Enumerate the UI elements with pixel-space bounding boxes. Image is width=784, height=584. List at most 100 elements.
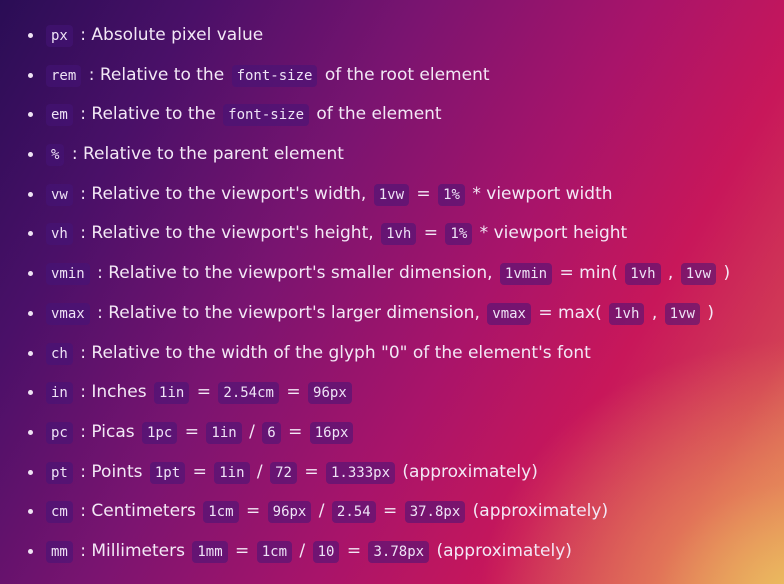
inline-code: 1in (206, 421, 242, 444)
description-text: : Inches (74, 382, 153, 403)
bullet-icon (28, 429, 33, 435)
inline-code: vmax (487, 302, 531, 325)
inline-code: 96px (267, 501, 312, 524)
unit-item: cm : Centimeters 1cm = 96px / 2.54 = 37.… (0, 492, 784, 532)
inline-code: 1pc (142, 421, 178, 444)
inline-code: 1cm (256, 540, 293, 563)
description-text: = (411, 183, 437, 204)
description-text: : Relative to the width of the glyph "0"… (74, 342, 591, 363)
description-text: , (662, 263, 679, 284)
inline-code: 1vw (373, 183, 410, 206)
unit-item: em : Relative to the font-size of the el… (0, 95, 784, 135)
description-text: (approximately) (431, 540, 572, 561)
inline-code: 1vw (680, 263, 717, 286)
unit-item: rem : Relative to the font-size of the r… (0, 56, 784, 96)
inline-code: 1pt (149, 461, 186, 484)
description-text: (approximately) (397, 461, 538, 482)
inline-code: 1vh (625, 263, 661, 286)
inline-code: cm (46, 501, 73, 524)
inline-code: 1% (438, 183, 465, 206)
description-text: : Relative to the viewport's width, (74, 183, 372, 204)
description-text: / (243, 421, 261, 442)
inline-code: rem (46, 64, 82, 87)
inline-code: px (46, 25, 73, 47)
inline-code: in (46, 382, 73, 405)
description-text: = (282, 421, 308, 442)
inline-code: 1in (154, 382, 190, 405)
inline-code: vmax (46, 302, 90, 325)
description-text: / (313, 501, 330, 522)
description-text: : Relative to the parent element (66, 144, 344, 165)
bullet-icon (28, 271, 33, 277)
inline-code: 1vh (609, 302, 645, 325)
description-text: : Millimeters (74, 540, 191, 561)
description-text: ) (701, 302, 714, 323)
inline-code: 37.8px (404, 501, 466, 524)
unit-item: pc : Picas 1pc = 1in / 6 = 16px (0, 413, 784, 453)
description-text: = (187, 461, 213, 482)
description-text: = (280, 382, 307, 403)
inline-code: font-size (223, 104, 309, 127)
description-text: : Relative to the (83, 64, 230, 85)
description-text: : Absolute pixel value (74, 25, 264, 45)
bullet-icon (28, 548, 33, 554)
inline-code: 6 (262, 421, 281, 444)
description-text: of the element (311, 104, 442, 125)
inline-code: 16px (309, 421, 354, 444)
inline-code: 1cm (203, 501, 239, 524)
inline-code: 1.333px (326, 461, 396, 484)
inline-code: pt (46, 461, 73, 484)
inline-code: 1vw (664, 302, 700, 325)
bullet-icon (28, 152, 33, 158)
inline-code: 1in (214, 461, 250, 484)
bullet-icon (28, 310, 33, 316)
unit-item: vw : Relative to the viewport's width, 1… (0, 175, 784, 215)
description-text: : Points (74, 461, 148, 482)
unit-item: in : Inches 1in = 2.54cm = 96px (0, 373, 784, 413)
description-text: * viewport height (474, 223, 628, 244)
inline-code: 1% (445, 223, 473, 246)
inline-code: 1vmin (499, 263, 553, 286)
bullet-icon (28, 33, 33, 38)
description-text: : Picas (74, 421, 141, 442)
inline-code: em (46, 104, 73, 127)
bullet-icon (28, 191, 33, 197)
unit-item: vmin : Relative to the viewport's smalle… (0, 254, 784, 294)
inline-code: 1vh (381, 223, 417, 246)
inline-code: vw (46, 183, 73, 206)
unit-item: px : Absolute pixel value (0, 16, 784, 56)
description-text: * viewport width (466, 183, 613, 204)
inline-code: 2.54 (331, 501, 376, 524)
bullet-icon (28, 112, 33, 118)
inline-code: % (46, 144, 65, 167)
bullet-icon (28, 390, 33, 396)
inline-code: vh (46, 223, 73, 246)
description-text: of the root element (319, 64, 490, 85)
bullet-icon (28, 509, 33, 515)
description-text: : Relative to the viewport's height, (74, 223, 380, 244)
description-text: = max( (532, 302, 608, 323)
description-text: : Relative to the (74, 104, 222, 125)
unit-item: vh : Relative to the viewport's height, … (0, 214, 784, 254)
inline-code: pc (46, 421, 73, 444)
description-text: = (240, 501, 266, 522)
bullet-icon (28, 469, 33, 475)
bullet-icon (28, 231, 33, 237)
unit-item: pt : Points 1pt = 1in / 72 = 1.333px (ap… (0, 453, 784, 493)
description-text: = (191, 382, 217, 403)
inline-code: 3.78px (368, 540, 430, 563)
description-text: = (341, 540, 367, 561)
inline-code: font-size (231, 64, 318, 87)
description-text: / (294, 540, 311, 561)
css-units-list: px : Absolute pixel value rem : Relative … (0, 16, 784, 572)
unit-item: vmax : Relative to the viewport's larger… (0, 294, 784, 334)
description-text: = (377, 501, 403, 522)
description-text: = (418, 223, 444, 244)
inline-code: 72 (270, 461, 297, 484)
description-text: : Relative to the viewport's smaller dim… (91, 263, 498, 284)
description-text: = min( (554, 263, 624, 284)
description-text: = (298, 461, 324, 482)
unit-item: ch : Relative to the width of the glyph … (0, 334, 784, 374)
inline-code: 1mm (192, 540, 228, 563)
inline-code: 2.54cm (218, 382, 279, 405)
